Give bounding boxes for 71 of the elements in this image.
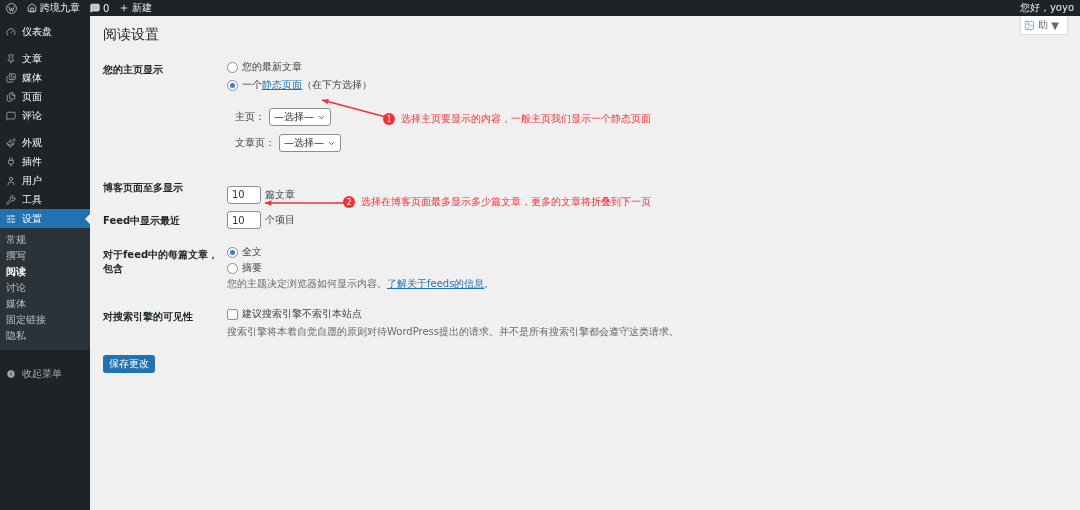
save-button[interactable]: 保存更改: [103, 355, 155, 373]
page-title: 阅读设置: [103, 26, 160, 44]
collapse-menu-button[interactable]: 收起菜单: [0, 364, 90, 384]
radio-button[interactable]: [227, 262, 238, 274]
comments-link[interactable]: 0: [90, 2, 110, 14]
pages-icon: [6, 91, 16, 102]
speech-bubble-icon: [6, 110, 16, 121]
menu-item[interactable]: 页面: [0, 87, 90, 106]
menu-item[interactable]: 评论: [0, 106, 90, 125]
wrench-icon: [6, 194, 16, 205]
checkbox[interactable]: [227, 308, 238, 320]
menu-item[interactable]: 媒体: [0, 68, 90, 87]
unit-label: 篇文章: [265, 187, 295, 202]
number-field[interactable]: 10: [227, 211, 261, 229]
menu-item[interactable]: 工具: [0, 190, 90, 209]
number-field[interactable]: 10: [227, 185, 261, 204]
plug-icon: [6, 156, 16, 167]
menu-item[interactable]: 外观: [0, 133, 90, 152]
paintbrush-icon: [6, 137, 16, 148]
menu-item[interactable]: 设置: [0, 209, 90, 228]
option-label: 全文: [242, 245, 262, 259]
greeting-link[interactable]: 您好，yoyo: [1019, 1, 1074, 15]
menu-item[interactable]: 插件: [0, 152, 90, 171]
description-text: 您的主题决定浏览器如何显示内容。了解关于feeds的信息。: [227, 277, 496, 291]
select-label: 主页：: [235, 110, 265, 124]
submenu-item[interactable]: 媒体: [0, 296, 90, 312]
annotation-text: 选择主页要显示的内容，一般主页我们显示一个静态页面: [401, 112, 651, 126]
speech-bubble-icon: [90, 3, 100, 13]
submenu-item[interactable]: 常规: [0, 232, 90, 248]
checkbox-label: 建议搜索引擎不索引本站点: [242, 307, 362, 321]
radio-button[interactable]: [227, 246, 238, 258]
plus-icon: [119, 3, 130, 13]
site-name-link[interactable]: 跨境九章: [27, 1, 80, 15]
radio-button[interactable]: [227, 79, 238, 91]
annotation-text: 选择在博客页面最多显示多少篇文章，更多的文章将折叠到下一页: [361, 195, 651, 209]
field-label: 您的主页显示: [103, 63, 164, 77]
new-link[interactable]: 新建: [119, 1, 153, 15]
radio-button[interactable]: [227, 61, 238, 73]
step-number: 2: [343, 196, 355, 208]
submenu-item[interactable]: 隐私: [0, 328, 90, 344]
user-icon: [6, 175, 16, 186]
help-tab[interactable]: 助 ▼: [1020, 16, 1068, 35]
collapse-arrow-icon: [6, 369, 16, 379]
static-page-link[interactable]: 静态页面: [262, 79, 302, 90]
home-icon: [27, 3, 37, 13]
gauge-icon: [6, 26, 16, 37]
option-label: 您的最新文章: [242, 60, 302, 74]
page-select[interactable]: —选择—: [279, 134, 341, 152]
field-label: 对搜索引擎的可见性: [103, 310, 194, 324]
menu-item[interactable]: 用户: [0, 171, 90, 190]
wordpress-logo-icon[interactable]: [6, 2, 17, 14]
select-label: 文章页：: [235, 136, 275, 150]
image-icon: [1024, 19, 1036, 31]
submenu-item[interactable]: 撰写: [0, 248, 90, 264]
field-label: Feed中显示最近: [103, 214, 182, 228]
option-label: 一个静态页面（在下方选择）: [242, 78, 372, 92]
menu-item[interactable]: 文章: [0, 49, 90, 68]
menu-item[interactable]: 仪表盘: [0, 22, 90, 41]
submenu-item[interactable]: 讨论: [0, 280, 90, 296]
sliders-icon: [6, 213, 16, 224]
description-text: 搜索引擎将本着自觉自愿的原则对待WordPress提出的请求。并不是所有搜索引擎都会遵守这类请求。: [227, 325, 681, 339]
unit-label: 个项目: [265, 213, 295, 227]
pin-icon: [6, 53, 16, 64]
submenu-item[interactable]: 阅读: [0, 264, 90, 280]
submenu-item[interactable]: 固定链接: [0, 312, 90, 328]
step-number: 1: [383, 113, 395, 125]
page-select[interactable]: —选择—: [269, 108, 331, 126]
field-label: 博客页面至多显示: [103, 181, 184, 195]
option-label: 摘要: [242, 261, 262, 275]
images-icon: [6, 72, 16, 83]
field-label: 对于feed中的每篇文章，包含: [103, 248, 220, 276]
